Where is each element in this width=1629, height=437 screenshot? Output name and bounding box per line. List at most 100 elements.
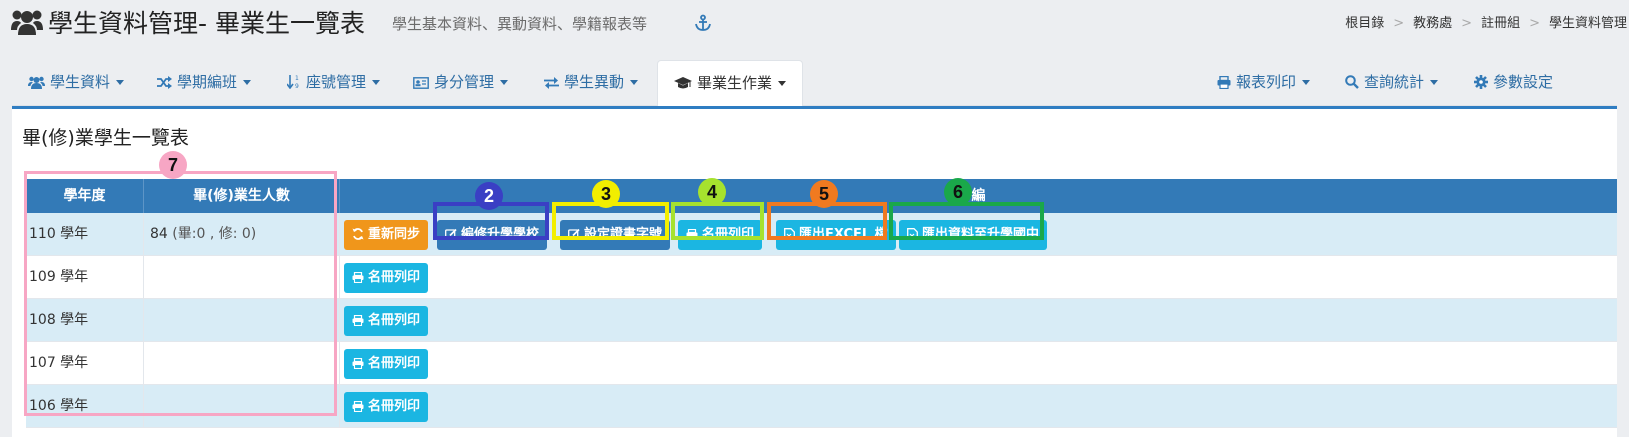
actions-cell: 重新同步 編修升學學校 設定證書字號 名冊列印 匯出EXCEL 檔 匯出資料至升… [340, 213, 1617, 256]
print-roster-button[interactable]: 名冊列印 [344, 392, 429, 422]
breadcrumb: 根目錄 > 教務處 > 註冊組 > 學生資料管理 [1345, 12, 1627, 31]
tab-parameter-settings[interactable]: 參數設定 [1474, 60, 1553, 106]
tab-class-assignment[interactable]: 學期編班 [157, 60, 252, 106]
column-header-actions: 編 [971, 188, 986, 204]
print-roster-button[interactable]: 名冊列印 [344, 349, 429, 379]
button-label: 名冊列印 [368, 356, 421, 371]
export-to-junior-high-button[interactable]: 匯出資料至升學國中 [899, 220, 1048, 250]
users-icon [28, 76, 45, 89]
graduate-count-total: 84 [150, 226, 168, 242]
print-roster-button[interactable]: 名冊列印 [678, 220, 763, 250]
year-cell: 110 學年 [26, 213, 144, 256]
main-tabbar: 學生資料 學期編班 1 9 座號管理 身分管理 學生異動 畢業生作業 報表列印 查詢… [12, 60, 1617, 107]
table-row: 107 學年 名冊列印 [26, 342, 1617, 385]
page-header: 學生資料管理- 畢業生一覽表 學生基本資料、異動資料、學籍報表等 根目錄 > 教務處… [0, 0, 1629, 48]
graduate-count-detail: (畢:0 , 修: 0) [172, 226, 257, 242]
print-icon [352, 357, 364, 370]
caret-down-icon [630, 80, 639, 85]
actions-cell: 名冊列印 [340, 256, 1617, 299]
tab-label: 畢業生作業 [697, 74, 773, 92]
table-row: 110 學年 84 (畢:0 , 修: 0) 重新同步 編修升學學校 設定證書字… [26, 213, 1617, 256]
table-row: 106 學年 名冊列印 [26, 385, 1617, 428]
print-icon [352, 271, 364, 284]
page-title: 學生資料管理- 畢業生一覽表 [48, 9, 365, 38]
breadcrumb-item-registration[interactable]: 註冊組 [1481, 16, 1520, 31]
svg-text:9: 9 [295, 83, 299, 89]
button-label: 設定證書字號 [584, 227, 663, 242]
breadcrumb-item-academic-affairs[interactable]: 教務處 [1413, 16, 1452, 31]
print-icon [686, 228, 698, 241]
edit-school-button[interactable]: 編修升學學校 [437, 220, 548, 250]
tab-label: 報表列印 [1236, 73, 1297, 91]
tab-student-change[interactable]: 學生異動 [544, 60, 639, 106]
print-roster-button[interactable]: 名冊列印 [344, 263, 429, 293]
button-label: 名冊列印 [368, 399, 421, 414]
caret-down-icon [500, 80, 509, 85]
breadcrumb-separator: > [1529, 16, 1540, 31]
tab-label: 查詢統計 [1364, 73, 1425, 91]
search-icon [1345, 75, 1359, 89]
caret-down-icon [116, 80, 125, 85]
tab-label: 學生資料 [50, 73, 111, 91]
breadcrumb-item-root[interactable]: 根目錄 [1345, 16, 1384, 31]
actions-cell: 名冊列印 [340, 385, 1617, 428]
year-cell: 107 學年 [26, 342, 144, 385]
sort-numeric-icon: 19 [286, 75, 299, 90]
graduation-cap-icon [674, 77, 692, 89]
print-icon [1217, 75, 1231, 90]
print-roster-button[interactable]: 名冊列印 [344, 306, 429, 336]
file-icon [907, 228, 918, 240]
page-subtitle: 學生基本資料、異動資料、學籍報表等 [392, 15, 648, 33]
id-card-icon [413, 77, 429, 89]
resync-button[interactable]: 重新同步 [344, 220, 429, 250]
edit-icon [568, 228, 580, 240]
actions-cell: 名冊列印 [340, 342, 1617, 385]
print-icon [352, 400, 364, 413]
edit-icon [445, 228, 457, 240]
button-label: 重新同步 [368, 227, 421, 242]
tab-label: 學期編班 [177, 73, 238, 91]
exchange-icon [544, 77, 559, 89]
annotation-badge-4: 4 [698, 178, 726, 206]
table-row: 108 學年 名冊列印 [26, 299, 1617, 342]
breadcrumb-separator: > [1461, 16, 1473, 31]
button-label: 匯出EXCEL 檔 [799, 227, 888, 242]
graduates-panel: 畢(修)業學生一覽表 學年度 畢(修)業生人數 編 110 學年 84 (畢:0… [12, 106, 1617, 437]
set-certificate-number-button[interactable]: 設定證書字號 [560, 220, 671, 250]
tab-label: 身分管理 [434, 73, 495, 91]
anchor-icon[interactable] [694, 14, 712, 32]
refresh-icon [352, 228, 364, 240]
actions-cell: 名冊列印 [340, 299, 1617, 342]
caret-down-icon [372, 80, 381, 85]
annotation-badge-3: 3 [592, 180, 620, 208]
export-excel-button[interactable]: 匯出EXCEL 檔 [776, 220, 896, 250]
tab-identity[interactable]: 身分管理 [413, 60, 509, 106]
annotation-badge-5: 5 [810, 180, 838, 208]
tab-graduate-operations[interactable]: 畢業生作業 [657, 60, 804, 107]
tab-label: 參數設定 [1493, 73, 1554, 91]
breadcrumb-item-student-data: 學生資料管理 [1548, 16, 1627, 31]
tab-label: 學生異動 [564, 73, 625, 91]
button-label: 名冊列印 [368, 270, 421, 285]
print-icon [352, 314, 364, 327]
caret-down-icon [243, 80, 252, 85]
button-label: 名冊列印 [702, 227, 755, 242]
caret-down-icon [1430, 80, 1439, 85]
year-cell: 109 學年 [26, 256, 144, 299]
svg-text:1: 1 [295, 75, 299, 82]
tab-seat-number[interactable]: 1 9 座號管理 [286, 60, 381, 106]
annotation-badge-6: 6 [944, 178, 972, 206]
caret-down-icon [778, 81, 787, 86]
annotation-badge-7: 7 [159, 151, 187, 179]
annotation-badge-2: 2 [475, 182, 503, 210]
panel-title: 畢(修)業學生一覽表 [22, 127, 189, 149]
tab-report-print[interactable]: 報表列印 [1217, 60, 1311, 106]
year-cell: 106 學年 [26, 385, 144, 428]
button-label: 編修升學學校 [461, 227, 540, 242]
column-header-year: 學年度 [26, 179, 144, 213]
graduate-count-cell: 84 (畢:0 , 修: 0) [144, 213, 340, 256]
tab-student-data[interactable]: 學生資料 [28, 60, 125, 106]
button-label: 名冊列印 [368, 313, 421, 328]
year-cell: 108 學年 [26, 299, 144, 342]
tab-query-statistics[interactable]: 查詢統計 [1345, 60, 1439, 106]
